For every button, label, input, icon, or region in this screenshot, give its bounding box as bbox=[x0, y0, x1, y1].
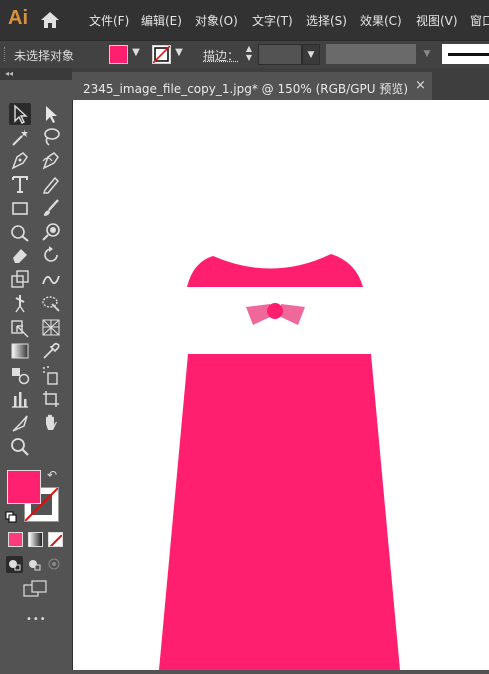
fill-swatch[interactable] bbox=[7, 470, 41, 504]
bow-knot bbox=[267, 303, 283, 319]
puppet-warp-tool-icon[interactable] bbox=[9, 292, 31, 314]
document-tab-bar: 2345_image_file_copy_1.jpg* @ 150% (RGB/… bbox=[72, 68, 489, 100]
rectangle-tool-icon[interactable] bbox=[9, 197, 31, 219]
lasso-tool-icon[interactable] bbox=[40, 126, 62, 148]
menu-effect[interactable]: 效果(C) bbox=[360, 12, 402, 29]
menu-bar: Ai 文件(F) 编辑(E) 对象(O) 文字(T) 选择(S) 效果(C) 视… bbox=[0, 0, 489, 40]
perspective-grid-tool-icon[interactable] bbox=[40, 316, 62, 338]
color-mode-icon[interactable] bbox=[8, 532, 23, 547]
chevron-down-icon[interactable]: ▼ bbox=[130, 46, 142, 60]
gradient-tool-icon[interactable] bbox=[9, 340, 31, 362]
pencil-tool-icon[interactable] bbox=[40, 173, 62, 195]
swap-fill-stroke-icon[interactable]: ↶ bbox=[47, 468, 61, 482]
selection-tool-icon[interactable] bbox=[9, 103, 31, 125]
draw-behind-icon[interactable] bbox=[26, 556, 43, 573]
none-mode-icon[interactable] bbox=[48, 532, 63, 547]
menu-select[interactable]: 选择(S) bbox=[306, 12, 347, 29]
symbol-sprayer-tool-icon[interactable] bbox=[40, 364, 62, 386]
menu-window[interactable]: 窗口 bbox=[470, 12, 489, 29]
zoom-tool-icon[interactable] bbox=[9, 436, 31, 458]
warp-tool-icon[interactable] bbox=[40, 268, 62, 290]
home-icon[interactable] bbox=[40, 11, 60, 29]
document-tab[interactable]: 2345_image_file_copy_1.jpg* @ 150% (RGB/… bbox=[72, 72, 432, 100]
stroke-weight-dropdown[interactable]: ▼ bbox=[302, 44, 320, 65]
bow-right bbox=[281, 304, 305, 325]
stroke-weight-input[interactable] bbox=[258, 44, 302, 65]
selection-status: 未选择对象 bbox=[14, 49, 75, 63]
default-colors-icon[interactable] bbox=[5, 508, 17, 523]
blob-brush-tool-icon[interactable] bbox=[40, 221, 62, 243]
free-transform-tool-icon[interactable] bbox=[40, 292, 62, 314]
scale-tool-icon[interactable] bbox=[9, 268, 31, 290]
screen-mode-icon[interactable] bbox=[23, 580, 47, 598]
slice-tool-icon[interactable] bbox=[9, 412, 31, 434]
artboard-tool-icon[interactable] bbox=[40, 388, 62, 410]
artwork bbox=[159, 254, 400, 670]
document-tab-title: 2345_image_file_copy_1.jpg* @ 150% (RGB/… bbox=[83, 82, 409, 96]
chevron-down-icon[interactable]: ▼ bbox=[173, 46, 185, 60]
toolbar-collapse-grip[interactable]: ◂◂ bbox=[0, 68, 72, 80]
shaper-tool-icon[interactable] bbox=[9, 221, 31, 243]
menu-object[interactable]: 对象(O) bbox=[195, 12, 238, 29]
menu-type[interactable]: 文字(T) bbox=[252, 12, 293, 29]
gradient-mode-icon[interactable] bbox=[28, 532, 43, 547]
eyedropper-tool-icon[interactable] bbox=[40, 340, 62, 362]
eraser-tool-icon[interactable] bbox=[9, 244, 31, 266]
menu-file[interactable]: 文件(F) bbox=[89, 12, 129, 29]
stroke-color-swatch[interactable] bbox=[152, 45, 171, 64]
pen-tool-icon[interactable] bbox=[9, 149, 31, 171]
magic-wand-tool-icon[interactable] bbox=[9, 126, 31, 148]
paintbrush-tool-icon[interactable] bbox=[40, 197, 62, 219]
shape-builder-tool-icon[interactable] bbox=[9, 316, 31, 338]
chevron-down-icon[interactable]: ▼ bbox=[420, 44, 434, 64]
menu-view[interactable]: 视图(V) bbox=[416, 12, 458, 29]
draw-normal-icon[interactable] bbox=[6, 556, 23, 573]
curvature-tool-icon[interactable] bbox=[40, 149, 62, 171]
control-bar: 未选择对象 ▼ ▼ 描边： ▲ ▼ ▼ ▼ bbox=[0, 40, 489, 69]
column-graph-tool-icon[interactable] bbox=[9, 388, 31, 410]
bow-left bbox=[246, 304, 270, 325]
hand-tool-icon[interactable] bbox=[40, 412, 62, 434]
collar-shape bbox=[187, 254, 363, 287]
edit-toolbar-more-icon[interactable]: ••• bbox=[26, 614, 47, 625]
blend-tool-icon[interactable] bbox=[9, 364, 31, 386]
brush-definition[interactable] bbox=[442, 44, 489, 64]
menu-edit[interactable]: 编辑(E) bbox=[141, 12, 182, 29]
fill-color-swatch[interactable] bbox=[109, 45, 128, 64]
type-tool-icon[interactable] bbox=[9, 173, 31, 195]
direct-selection-tool-icon[interactable] bbox=[40, 103, 62, 125]
close-icon[interactable]: × bbox=[415, 78, 426, 93]
dress-body bbox=[159, 354, 400, 670]
draw-inside-icon[interactable] bbox=[46, 556, 63, 573]
tools-panel: ↶ ••• bbox=[0, 80, 72, 670]
rotate-tool-icon[interactable] bbox=[40, 244, 62, 266]
grip-handle[interactable] bbox=[4, 47, 7, 61]
stroke-weight-stepper[interactable]: ▲ ▼ bbox=[242, 44, 256, 64]
artboard-canvas[interactable] bbox=[73, 100, 489, 670]
stroke-label[interactable]: 描边： bbox=[203, 47, 239, 64]
app-logo: Ai bbox=[8, 7, 28, 29]
variable-width-profile[interactable] bbox=[326, 44, 416, 64]
